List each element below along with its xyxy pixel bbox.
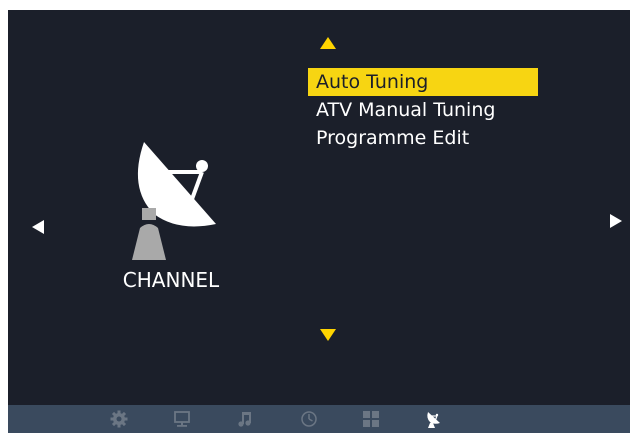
menu-item-atv-manual-tuning[interactable]: ATV Manual Tuning xyxy=(308,96,538,124)
satellite-dish-active-icon[interactable] xyxy=(424,410,442,428)
scroll-down-arrow-icon[interactable] xyxy=(320,329,336,341)
menu-item-programme-edit[interactable]: Programme Edit xyxy=(308,124,538,152)
gear-icon[interactable] xyxy=(110,410,128,428)
menu-item-auto-tuning[interactable]: Auto Tuning xyxy=(308,68,538,96)
scroll-up-arrow-icon[interactable] xyxy=(320,37,336,49)
grid-icon[interactable] xyxy=(362,410,380,428)
channel-menu: Auto Tuning ATV Manual Tuning Programme … xyxy=(308,68,538,152)
music-note-icon[interactable] xyxy=(236,410,254,428)
category-bar xyxy=(8,405,630,433)
clock-icon[interactable] xyxy=(300,410,318,428)
next-category-arrow-icon[interactable] xyxy=(610,214,622,228)
previous-category-arrow-icon[interactable] xyxy=(32,220,44,234)
tv-menu-screen: CHANNEL Auto Tuning ATV Manual Tuning Pr… xyxy=(8,10,630,433)
satellite-dish-icon xyxy=(132,142,216,260)
monitor-icon[interactable] xyxy=(173,410,191,428)
category-label: CHANNEL xyxy=(122,268,220,292)
